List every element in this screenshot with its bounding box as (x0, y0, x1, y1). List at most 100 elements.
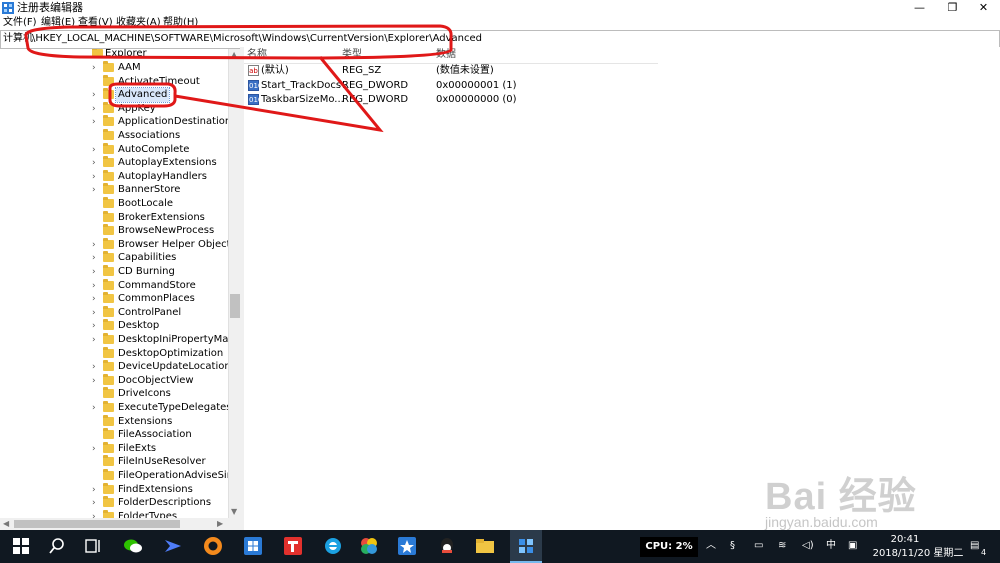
wifi-icon[interactable]: ≋ (778, 539, 786, 553)
scroll-right-icon[interactable]: ▶ (217, 519, 223, 529)
close-button[interactable]: ✕ (967, 0, 1000, 16)
cpu-meter[interactable]: CPU: 2% (640, 537, 698, 557)
tree-item[interactable]: › AutoplayExtensions (0, 156, 228, 170)
tree-item[interactable]: › ApplicationDestinations (0, 115, 236, 129)
expand-arrow-icon[interactable]: › (92, 115, 96, 129)
tree-item[interactable]: › CD Burning (0, 265, 228, 279)
tree-item[interactable]: › BannerStore (0, 183, 228, 197)
expand-arrow-icon[interactable]: › (92, 238, 96, 252)
chevron-up-icon[interactable]: ︿ (706, 539, 716, 553)
expand-arrow-icon[interactable]: › (92, 88, 96, 102)
expand-arrow-icon[interactable]: › (92, 61, 96, 75)
expand-arrow-icon[interactable]: › (92, 496, 96, 510)
expand-arrow-icon[interactable]: › (92, 251, 96, 265)
tree-item[interactable]: › AAM (0, 61, 228, 75)
security-tray-icon[interactable]: ▣ (848, 539, 857, 553)
tree-horizontal-scrollbar[interactable]: ◀ ▶ (0, 518, 240, 530)
address-path[interactable]: \HKEY_LOCAL_MACHINE\SOFTWARE\Microsoft\W… (32, 33, 482, 45)
tree-item[interactable]: FileOperationAdviseSink (0, 469, 239, 483)
tree-item[interactable]: › FindExtensions (0, 482, 228, 497)
tree-item[interactable]: › ControlPanel (0, 305, 228, 320)
clock-date[interactable]: 2018/11/20 星期二 (868, 548, 968, 560)
expand-arrow-icon[interactable]: › (92, 156, 96, 170)
expand-arrow-icon[interactable]: › (92, 442, 96, 456)
menu-edit[interactable]: 编辑(E) (41, 16, 75, 30)
tree-item[interactable]: DriveIcons (0, 387, 228, 401)
ie-icon[interactable] (322, 535, 344, 557)
scroll-left-icon[interactable]: ◀ (3, 519, 9, 529)
tree-item[interactable]: ActivateTimeout (0, 74, 228, 89)
expand-arrow-icon[interactable]: › (92, 483, 96, 497)
tray-app-icon[interactable]: § (730, 539, 735, 553)
tree-item-selected[interactable]: › Advanced (0, 87, 228, 104)
tree-item[interactable]: › DesktopIniPropertyMap (0, 333, 235, 347)
tree-item[interactable]: › DocObjectView (0, 373, 228, 388)
value-row[interactable]: 010 TaskbarSizeMo... REG_DWORD 0x00000000 (… (244, 93, 744, 107)
tree-item-parent[interactable]: Explorer (0, 49, 228, 61)
tree-item[interactable]: › FileExts (0, 441, 228, 456)
expand-arrow-icon[interactable]: › (92, 510, 96, 518)
maximize-button[interactable]: ❐ (936, 0, 969, 16)
tree-item[interactable]: › DeviceUpdateLocations (0, 360, 236, 374)
tree-item[interactable]: › Desktop (0, 319, 228, 333)
expand-arrow-icon[interactable]: › (92, 401, 96, 415)
table-app-icon[interactable] (242, 535, 264, 557)
tree-item[interactable]: › AutoplayHandlers (0, 169, 228, 184)
scroll-down-icon[interactable]: ▼ (231, 507, 237, 517)
start-icon[interactable] (10, 535, 32, 557)
tree-item[interactable]: BrokerExtensions (0, 210, 228, 225)
wechat-icon[interactable] (122, 535, 144, 557)
tree-hscroll-thumb[interactable] (14, 520, 180, 528)
chrome-icon[interactable] (202, 535, 224, 557)
color-app-icon[interactable] (358, 535, 380, 557)
tree-item[interactable]: › AppKey (0, 101, 228, 116)
tree-item[interactable]: › Browser Helper Objects (0, 237, 236, 252)
expand-arrow-icon[interactable]: › (92, 306, 96, 320)
task-view-icon[interactable] (82, 535, 104, 557)
minimize-button[interactable]: — (903, 0, 936, 16)
tree-item[interactable]: › CommonPlaces (0, 292, 228, 306)
tree-item[interactable]: › CommandStore (0, 278, 228, 293)
key-tree[interactable]: Explorer › AAM ActivateTimeout › Advanced › App… (0, 49, 240, 518)
battery-icon[interactable]: ▭ (754, 539, 763, 553)
expand-arrow-icon[interactable]: › (92, 319, 96, 333)
clock-time[interactable]: 20:41 (875, 534, 935, 546)
ime-indicator[interactable]: 中 (826, 539, 836, 553)
tree-item[interactable]: FileInUseResolver (0, 455, 228, 469)
notification-icon[interactable]: ▤ (970, 539, 979, 553)
tree-item[interactable]: BrowseNewProcess (0, 224, 228, 238)
scroll-up-icon[interactable]: ▲ (231, 50, 237, 60)
qq-icon[interactable] (436, 535, 458, 557)
menu-favorites[interactable]: 收藏夹(A) (116, 16, 161, 30)
search-icon[interactable] (46, 535, 68, 557)
expand-arrow-icon[interactable]: › (92, 374, 96, 388)
column-header-name[interactable]: 名称 (247, 49, 267, 61)
file-explorer-icon[interactable] (474, 535, 496, 557)
expand-arrow-icon[interactable]: › (92, 183, 96, 197)
tree-scroll-thumb[interactable] (230, 294, 240, 318)
tree-item[interactable]: › FolderTypes (0, 509, 228, 518)
expand-arrow-icon[interactable]: › (92, 360, 96, 374)
volume-icon[interactable]: ◁) (802, 539, 814, 553)
tree-item[interactable]: DesktopOptimization (0, 346, 228, 361)
expand-arrow-icon[interactable]: › (92, 265, 96, 279)
tree-item[interactable]: Associations (0, 129, 228, 143)
tree-item[interactable]: › FolderDescriptions (0, 496, 228, 510)
menu-view[interactable]: 查看(V) (78, 16, 113, 30)
expand-arrow-icon[interactable]: › (92, 292, 96, 306)
value-row[interactable]: 010 Start_TrackDocs REG_DWORD 0x00000001 (1… (244, 79, 744, 93)
menu-help[interactable]: 帮助(H) (163, 16, 198, 30)
menu-file[interactable]: 文件(F) (3, 16, 37, 30)
expand-arrow-icon[interactable]: › (92, 143, 96, 157)
values-list[interactable]: 名称 类型 数据 ab (默认) REG_SZ (数值未设置) 010 Start_Tra… (244, 47, 1000, 530)
expand-arrow-icon[interactable]: › (92, 279, 96, 293)
column-header-type[interactable]: 类型 (342, 49, 362, 61)
column-header-data[interactable]: 数据 (436, 49, 456, 61)
game-icon[interactable] (396, 535, 418, 557)
expand-arrow-icon[interactable]: › (92, 170, 96, 184)
regedit-icon[interactable] (515, 535, 537, 557)
expand-arrow-icon[interactable]: › (92, 102, 96, 116)
xmind-icon[interactable] (282, 535, 304, 557)
tree-item[interactable]: BootLocale (0, 197, 228, 211)
expand-arrow-icon[interactable]: › (92, 333, 96, 347)
